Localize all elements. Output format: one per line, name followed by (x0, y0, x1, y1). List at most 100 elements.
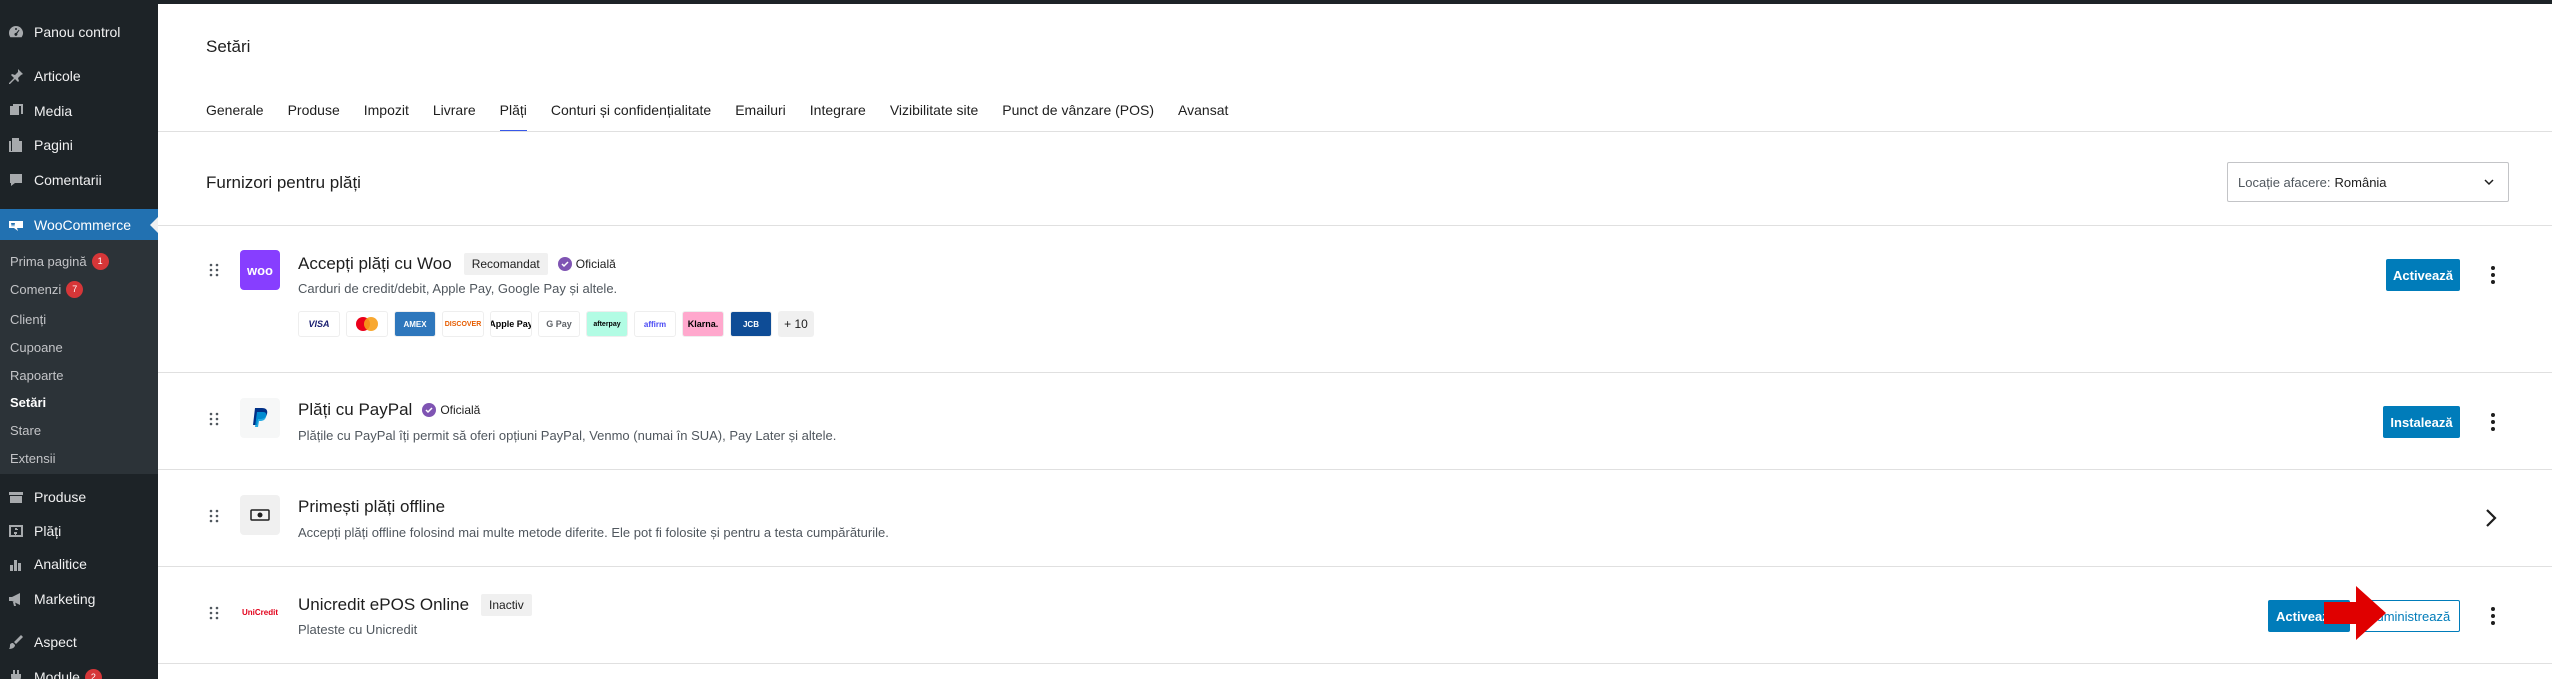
pages-icon (8, 137, 24, 153)
sidebar-item-posts[interactable]: Articole (0, 61, 158, 91)
sidebar-item-label: Module (34, 669, 80, 679)
section-title: Furnizori pentru plăți (206, 173, 361, 192)
sidebar-item-payments[interactable]: Plăți (0, 516, 158, 546)
tab-general[interactable]: Generale (206, 96, 264, 132)
drag-handle-icon[interactable] (208, 508, 220, 524)
sidebar-item-label: Aspect (34, 634, 77, 650)
more-options-icon[interactable] (2483, 604, 2503, 628)
klarna-icon: Klarna. (682, 311, 724, 337)
woocommerce-submenu: Prima pagină 1 Comenzi 7 Clienți Cupoane… (0, 240, 158, 474)
red-arrow-annotation (2324, 586, 2386, 640)
provider-title: Accepți plăți cu Woo (298, 254, 452, 273)
woo-logo: woo (240, 250, 280, 290)
sidebar-item-analytics[interactable]: Analitice (0, 549, 158, 579)
submenu-item-customers[interactable]: Clienți (10, 312, 46, 327)
drag-handle-icon[interactable] (208, 605, 220, 621)
logo-text: woo (247, 262, 273, 278)
sidebar-item-products[interactable]: Produse (0, 482, 158, 512)
more-methods-badge[interactable]: + 10 (778, 311, 814, 337)
tab-tax[interactable]: Impozit (364, 96, 409, 132)
payments-icon (8, 523, 24, 539)
mastercard-icon (346, 311, 388, 337)
chevron-down-icon (2484, 179, 2494, 186)
submenu-item-label: Rapoarte (10, 368, 64, 383)
submenu-item-label: Clienți (10, 312, 47, 327)
divider (158, 131, 2552, 132)
submenu-item-status[interactable]: Stare (10, 423, 41, 438)
sidebar-item-marketing[interactable]: Marketing (0, 584, 158, 614)
unicredit-logo: UniCredit (240, 592, 280, 632)
official-check-icon (557, 257, 572, 271)
admin-sidebar: Panou control Articole Media Pagini Come… (0, 0, 158, 679)
sidebar-item-plugins[interactable]: Module 2 (0, 662, 158, 679)
activate-button[interactable]: Activează (2386, 259, 2460, 291)
analytics-icon (8, 556, 24, 572)
sidebar-item-appearance[interactable]: Aspect (0, 627, 158, 657)
tab-emails[interactable]: Emailuri (735, 96, 786, 132)
paypal-icon (240, 398, 280, 438)
sidebar-item-woocommerce[interactable]: WooCommerce (0, 209, 158, 241)
more-options-icon[interactable] (2483, 263, 2503, 287)
sidebar-item-label: Media (34, 103, 73, 119)
admin-bar (0, 0, 2552, 4)
official-badge: Oficială (422, 403, 480, 417)
google-pay-icon: G Pay (538, 311, 580, 337)
sidebar-item-label: Articole (34, 68, 81, 84)
drag-handle-icon[interactable] (208, 411, 220, 427)
sidebar-item-media[interactable]: Media (0, 96, 158, 126)
tab-site-visibility[interactable]: Vizibilitate site (890, 96, 978, 132)
marketing-icon (8, 591, 24, 607)
install-button[interactable]: Instalează (2383, 406, 2460, 438)
tab-shipping[interactable]: Livrare (433, 96, 476, 132)
provider-row-paypal: Plăți cu PayPal Oficială Plățile cu PayP… (158, 373, 2552, 469)
sidebar-item-comments[interactable]: Comentarii (0, 165, 158, 195)
affirm-icon: affirm (634, 311, 676, 337)
more-options-icon[interactable] (2483, 410, 2503, 434)
provider-title: Primești plăți offline (298, 497, 446, 516)
official-label: Oficială (575, 257, 616, 271)
inactive-badge: Inactiv (481, 594, 532, 616)
sidebar-item-pages[interactable]: Pagini (0, 130, 158, 160)
appearance-icon (8, 634, 24, 650)
apple-pay-icon: Apple Pay (490, 311, 532, 337)
cash-icon (240, 495, 280, 535)
provider-title: Plăți cu PayPal (298, 400, 413, 419)
submenu-item-settings[interactable]: Setări (10, 395, 46, 410)
sidebar-item-label: Pagini (34, 137, 73, 153)
submenu-item-reports[interactable]: Rapoarte (10, 368, 63, 383)
sidebar-item-label: Marketing (34, 591, 96, 607)
products-icon (8, 489, 24, 505)
provider-row-offline[interactable]: Primești plăți offline Accepți plăți off… (158, 470, 2552, 566)
sidebar-item-dashboard[interactable]: Panou control (0, 17, 158, 47)
location-label: Locație afacere: (2238, 174, 2331, 190)
dashboard-icon (8, 24, 24, 40)
tab-accounts-privacy[interactable]: Conturi și confidențialitate (551, 96, 711, 132)
provider-row-unicredit: UniCredit Unicredit ePOS Online Inactiv … (158, 567, 2552, 663)
provider-description: Accepți plăți offline folosind mai multe… (298, 525, 889, 540)
recommended-badge: Recomandat (463, 253, 548, 275)
tab-integration[interactable]: Integrare (810, 96, 866, 132)
sidebar-item-label: Panou control (34, 24, 121, 40)
provider-title-row: Unicredit ePOS Online Inactiv (298, 594, 532, 616)
submenu-item-coupons[interactable]: Cupoane (10, 340, 63, 355)
submenu-item-home[interactable]: Prima pagină 1 (10, 253, 109, 270)
submenu-item-label: Stare (10, 423, 42, 438)
submenu-item-extensions[interactable]: Extensii (10, 451, 56, 466)
provider-title-row: Accepți plăți cu Woo Recomandat Oficială (298, 253, 616, 275)
tab-point-of-sale[interactable]: Punct de vânzare (POS) (1002, 96, 1154, 132)
business-location-select[interactable]: Locație afacere: România (2227, 162, 2509, 202)
chevron-right-icon[interactable] (2484, 508, 2498, 528)
sidebar-item-label: Plăți (34, 523, 62, 539)
tab-advanced[interactable]: Avansat (1178, 96, 1228, 132)
sidebar-item-label: WooCommerce (34, 217, 131, 233)
notification-badge: 1 (91, 253, 109, 270)
tab-payments[interactable]: Plăți (499, 96, 528, 132)
sidebar-item-label: Analitice (34, 556, 87, 572)
jcb-icon: JCB (730, 311, 772, 337)
drag-handle-icon[interactable] (208, 262, 220, 278)
provider-description: Carduri de credit/debit, Apple Pay, Goog… (298, 281, 618, 296)
submenu-item-orders[interactable]: Comenzi 7 (10, 281, 84, 298)
official-badge: Oficială (557, 257, 616, 271)
tab-products[interactable]: Produse (288, 96, 340, 132)
pin-icon (8, 68, 24, 84)
